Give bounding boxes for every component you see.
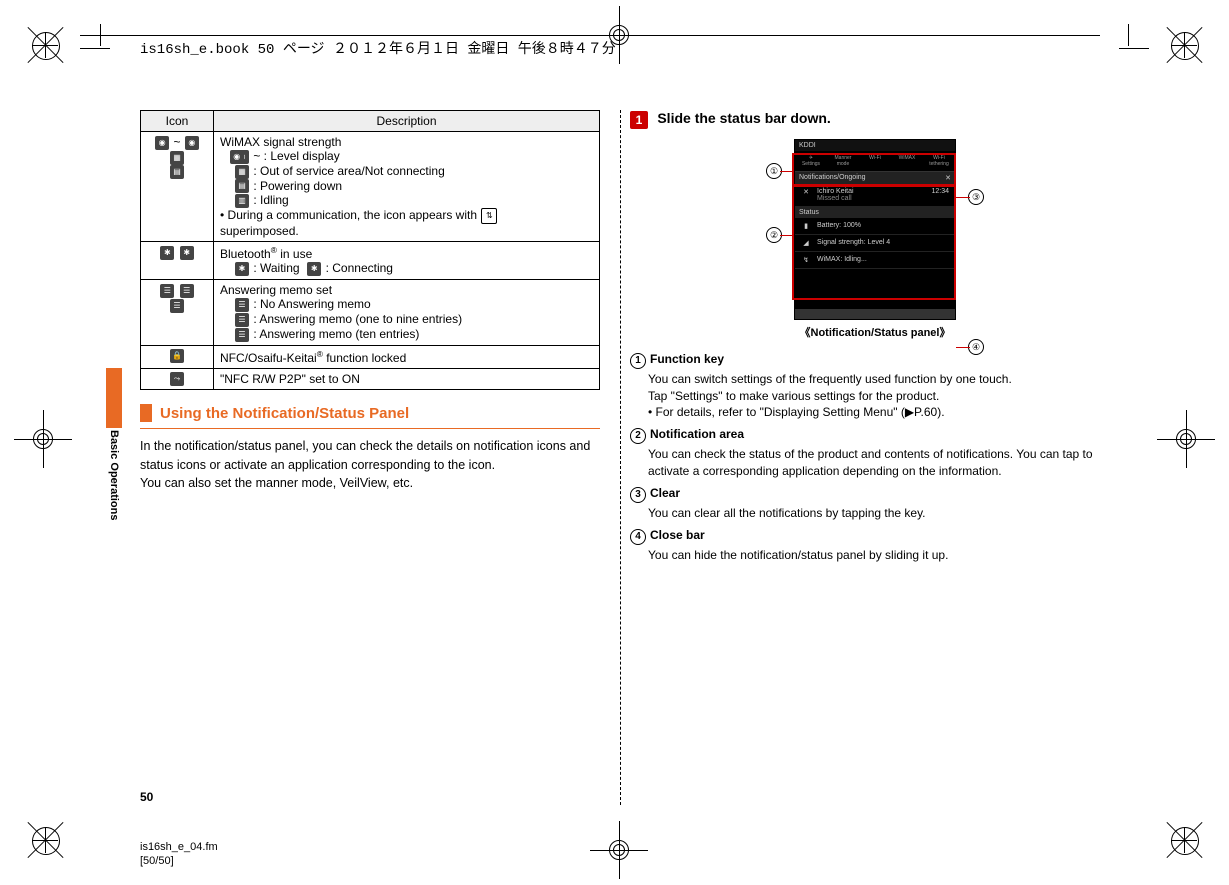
nfc-icon: ⤳	[170, 372, 184, 386]
status-section-title: Status	[799, 209, 819, 216]
footer-line: [50/50]	[140, 854, 218, 868]
def-num: 4	[630, 529, 646, 545]
memo-icon: ☰	[160, 284, 174, 298]
notif-line: Missed call	[817, 195, 852, 202]
memo-icon: ☰	[235, 298, 249, 312]
table-row: ⤳ "NFC R/W P2P" set to ON	[141, 368, 600, 390]
memo-icon: ☰	[170, 299, 184, 313]
table-row: 🔒 NFC/Osaifu-Keitai® function locked	[141, 345, 600, 368]
desc-title: Bluetooth® in use	[220, 247, 312, 261]
nfc-lock-icon: 🔒	[170, 349, 184, 363]
table-head-desc: Description	[214, 111, 600, 132]
status-wimax: WiMAX: Idling...	[817, 256, 867, 264]
bluetooth-icon: ✱	[235, 262, 249, 276]
wimax-icon: ◉	[230, 150, 244, 164]
fkey-label: WiMAX	[891, 155, 923, 161]
clear-button: ✕	[945, 174, 951, 182]
desc-item: : No Answering memo	[250, 297, 371, 311]
icon-description-table: Icon Description ◉ ~ ◉▦▤ WiMAX signal st…	[140, 110, 600, 390]
def-title: Notification area	[650, 427, 744, 441]
bluetooth-icon: ✱	[180, 246, 194, 260]
desc-line: NFC/Osaifu-Keitai® function locked	[214, 345, 600, 368]
wimax-icon: ▤	[235, 179, 249, 193]
def-num: 2	[630, 428, 646, 444]
def-body: You can clear all the notifications by t…	[648, 505, 1120, 522]
def-title: Function key	[650, 352, 724, 366]
step-title: Slide the status bar down.	[657, 110, 830, 126]
wimax-icon: ▦	[170, 151, 184, 165]
missed-call-icon: ✕	[801, 188, 811, 202]
memo-icon: ☰	[235, 328, 249, 342]
desc-item: ~ : Level display	[250, 149, 340, 163]
desc-note: superimposed.	[220, 224, 593, 238]
battery-icon: ▮	[801, 222, 811, 230]
fkey-label: tethering	[923, 161, 955, 167]
footer-filename: is16sh_e_04.fm [50/50]	[140, 840, 218, 869]
signal-icon: ◢	[801, 239, 811, 247]
arrow-icon: ⇅	[481, 208, 497, 224]
status-signal: Signal strength: Level 4	[817, 239, 890, 247]
def-body: You can switch settings of the frequentl…	[648, 371, 1120, 421]
wimax-icon: ▦	[235, 165, 249, 179]
page-header: is16sh_e.book 50 ページ ２０１２年６月１日 金曜日 午後８時４…	[140, 38, 616, 58]
footer-line: is16sh_e_04.fm	[140, 840, 218, 854]
desc-item: : Waiting	[250, 261, 306, 275]
memo-icon: ☰	[235, 313, 249, 327]
table-row: ☰ ☰☰ Answering memo set ☰ : No Answering…	[141, 280, 600, 345]
fkey-label: Wi-Fi	[859, 155, 891, 161]
section-body: In the notification/status panel, you ca…	[140, 437, 600, 491]
notif-section-title: Notifications/Ongoing	[799, 174, 866, 182]
wimax-icon: ◉	[185, 136, 199, 150]
wimax-icon: ↯	[801, 256, 811, 264]
desc-item: : Out of service area/Not connecting	[250, 164, 445, 178]
table-row: ◉ ~ ◉▦▤ WiMAX signal strength ◉ ~ : Leve…	[141, 132, 600, 242]
table-row: ✱ ✱ Bluetooth® in use ✱ : Waiting ✱ : Co…	[141, 242, 600, 280]
notif-line: Ichiro Keitai	[817, 188, 854, 195]
desc-title: WiMAX signal strength	[220, 135, 593, 149]
table-head-icon: Icon	[141, 111, 214, 132]
phone-topbar: KDDI	[795, 140, 955, 151]
section-tab	[106, 368, 122, 428]
step-number: 1	[630, 111, 648, 129]
desc-note: • During a communication, the icon appea…	[220, 208, 480, 222]
status-battery: Battery: 100%	[817, 222, 861, 230]
fkey-label: Settings	[795, 161, 827, 167]
memo-icon: ☰	[180, 284, 194, 298]
page-number: 50	[140, 790, 153, 804]
wimax-icon: ▥	[235, 194, 249, 208]
bluetooth-icon: ✱	[160, 246, 174, 260]
section-accent-bar	[140, 404, 152, 422]
section-heading: Using the Notification/Status Panel	[160, 405, 600, 422]
function-keys: ✈Settings Mannermode Wi-Fi WiMAX Wi-Fite…	[795, 151, 955, 172]
desc-item: : Idling	[250, 193, 289, 207]
figure-caption: 《Notification/Status panel》	[630, 324, 1120, 340]
desc-item: : Answering memo (one to nine entries)	[250, 312, 462, 326]
callout-4: ④	[968, 339, 984, 355]
callout-3: ③	[968, 189, 984, 205]
column-divider	[620, 110, 621, 805]
def-body: You can check the status of the product …	[648, 446, 1120, 480]
def-num: 3	[630, 487, 646, 503]
def-body: You can hide the notification/status pan…	[648, 547, 1120, 564]
notif-time: 12:34	[931, 188, 949, 202]
fkey-label: mode	[827, 161, 859, 167]
desc-item: : Answering memo (ten entries)	[250, 327, 419, 341]
def-num: 1	[630, 353, 646, 369]
def-title: Close bar	[650, 528, 705, 542]
desc-line: "NFC R/W P2P" set to ON	[214, 368, 600, 390]
section-tab-label: Basic Operations	[108, 430, 120, 520]
desc-title: Answering memo set	[220, 283, 593, 297]
def-title: Clear	[650, 486, 680, 500]
wimax-icon: ◉	[155, 136, 169, 150]
desc-item: : Connecting	[322, 261, 393, 275]
section-rule	[140, 428, 600, 429]
bluetooth-icon: ✱	[307, 262, 321, 276]
close-bar	[795, 309, 955, 319]
desc-item: : Powering down	[250, 179, 342, 193]
wimax-icon: ▤	[170, 165, 184, 179]
phone-screenshot: KDDI ✈Settings Mannermode Wi-Fi WiMAX Wi…	[794, 139, 956, 320]
